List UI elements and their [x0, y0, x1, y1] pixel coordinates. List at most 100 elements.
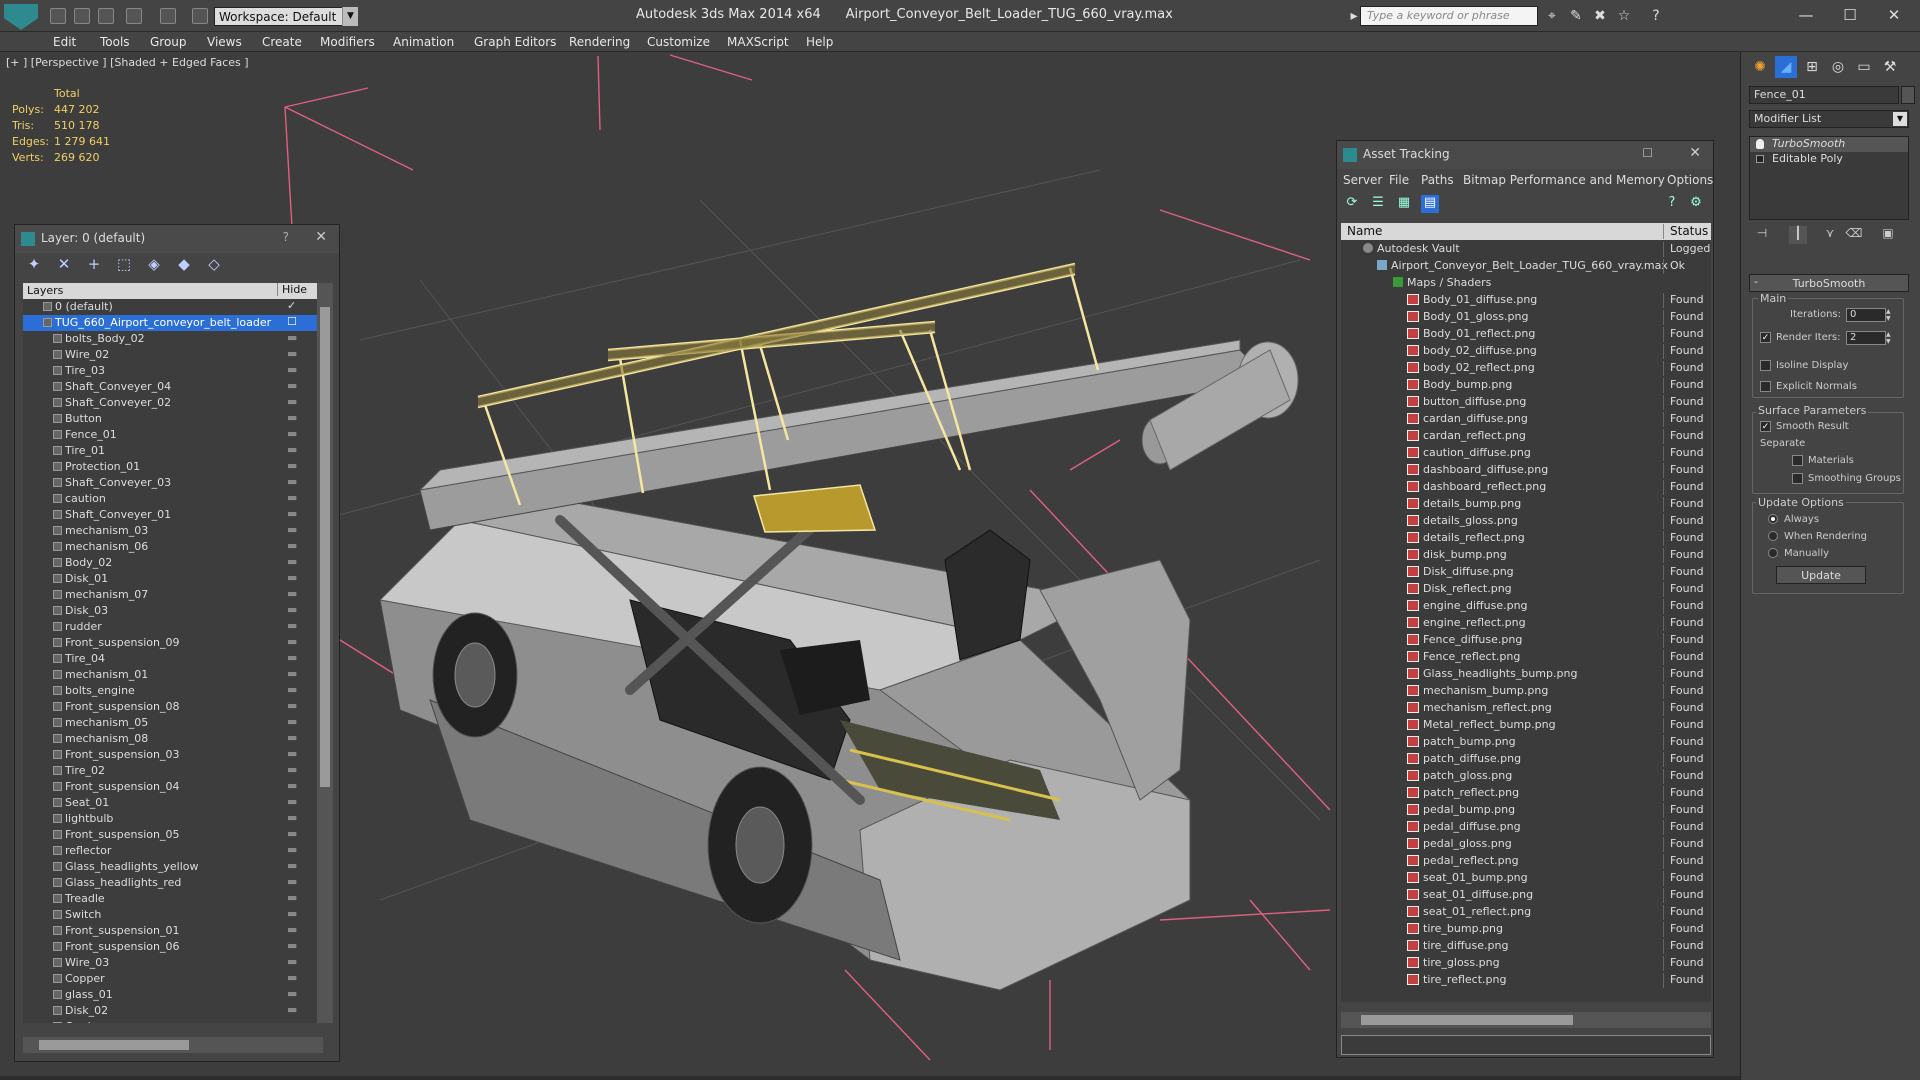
layer-object-row[interactable]: Button ▬ [23, 411, 317, 427]
workspace-dropdown[interactable]: Workspace: Default [214, 7, 358, 26]
app-logo-icon[interactable] [4, 4, 38, 30]
col-name[interactable]: Name [1347, 224, 1382, 238]
turbosmooth-rollout-header[interactable]: - TurboSmooth [1749, 274, 1909, 292]
asset-map-row[interactable]: details_bump.png Found [1341, 495, 1711, 512]
layer-object-row[interactable]: Front_suspension_08 ▬ [23, 699, 317, 715]
settings-icon[interactable]: ⚙ [1687, 195, 1705, 213]
chevron-down-icon[interactable]: ▼ [1893, 112, 1907, 126]
layer-object-row[interactable]: Copper ▬ [23, 971, 317, 987]
hide-toggle-icon[interactable]: ▬ [287, 379, 297, 392]
configure-sets-icon[interactable]: ▣ [1879, 226, 1897, 244]
layer-object-row[interactable]: Front_suspension_06 ▬ [23, 939, 317, 955]
layer-object-row[interactable]: Disk_02 ▬ [23, 1003, 317, 1019]
layer-object-row[interactable]: Front_suspension_09 ▬ [23, 635, 317, 651]
hide-toggle-icon[interactable]: ▬ [287, 443, 297, 456]
menu-modifiers[interactable]: Modifiers [320, 35, 375, 49]
menu-rendering[interactable]: Rendering [569, 35, 630, 49]
layer-object-row[interactable]: Shaft_Conveyer_04 ▬ [23, 379, 317, 395]
hide-toggle-icon[interactable]: ▬ [287, 459, 297, 472]
materials-checkbox[interactable] [1792, 455, 1803, 466]
layer-object-row[interactable]: mechanism_07 ▬ [23, 587, 317, 603]
hide-toggle-icon[interactable]: ▬ [287, 795, 297, 808]
asset-map-row[interactable]: Body_bump.png Found [1341, 376, 1711, 393]
hide-toggle-icon[interactable]: ▬ [287, 555, 297, 568]
layer-list-hscrollbar[interactable] [23, 1037, 323, 1053]
scrollbar-thumb[interactable] [320, 307, 330, 787]
asset-map-row[interactable]: disk_bump.png Found [1341, 546, 1711, 563]
layer-object-row[interactable]: Wire_02 ▬ [23, 347, 317, 363]
asset-map-row[interactable]: patch_bump.png Found [1341, 733, 1711, 750]
layer-object-row[interactable]: Treadle ▬ [23, 891, 317, 907]
layer-object-row[interactable]: Tire_02 ▬ [23, 763, 317, 779]
lightbulb-icon[interactable] [1756, 139, 1764, 149]
binoculars-icon[interactable]: ⌖ [1542, 8, 1562, 24]
asset-map-row[interactable]: dashboard_diffuse.png Found [1341, 461, 1711, 478]
hide-toggle-icon[interactable]: ▬ [287, 347, 297, 360]
smooth-result-checkbox[interactable]: ✓ [1760, 421, 1771, 432]
layer-object-row[interactable]: Disk_01 ▬ [23, 571, 317, 587]
iterations-spinner[interactable]: 0 [1846, 308, 1886, 322]
layer-object-row[interactable]: caution ▬ [23, 491, 317, 507]
hide-toggle-icon[interactable]: ▬ [287, 1019, 297, 1023]
asset-map-row[interactable]: cardan_reflect.png Found [1341, 427, 1711, 444]
layer-object-row[interactable]: Front_suspension_01 ▬ [23, 923, 317, 939]
hide-toggle-icon[interactable]: ▬ [287, 987, 297, 1000]
hide-toggle-icon[interactable]: ▬ [287, 491, 297, 504]
viewport-label[interactable]: [+ ] [Perspective ] [Shaded + Edged Face… [6, 56, 249, 69]
layer-object-row[interactable]: Shaft_Conveyer_03 ▬ [23, 475, 317, 491]
table-view-icon[interactable]: ▤ [1421, 195, 1439, 213]
create-layer-icon[interactable]: + [83, 255, 105, 275]
layer-object-row[interactable]: Glass_headlights_red ▬ [23, 875, 317, 891]
show-end-result-icon[interactable]: ┃ [1789, 226, 1807, 244]
stack-item-editable-poly[interactable]: Editable Poly [1750, 152, 1908, 167]
hide-toggle-icon[interactable]: ▬ [287, 395, 297, 408]
menu-group[interactable]: Group [150, 35, 187, 49]
hide-toggle-icon[interactable]: ▬ [287, 875, 297, 888]
layer-panel-titlebar[interactable]: Layer: 0 (default) ? ✕ [15, 225, 339, 253]
hide-toggle-icon[interactable]: ▬ [287, 619, 297, 632]
stack-item-turbosmooth[interactable]: TurboSmooth [1750, 137, 1908, 152]
hide-toggle-icon[interactable]: ▬ [287, 955, 297, 968]
asset-map-row[interactable]: Disk_diffuse.png Found [1341, 563, 1711, 580]
help-icon[interactable]: ? [1663, 195, 1681, 213]
maximize-button[interactable]: ☐ [1830, 4, 1870, 26]
hide-toggle-icon[interactable]: ▬ [287, 571, 297, 584]
layer-list-scrollbar[interactable] [317, 283, 333, 1023]
display-tab-icon[interactable]: ▭ [1853, 56, 1875, 78]
hide-toggle-icon[interactable]: ▬ [287, 363, 297, 376]
hide-toggle-icon[interactable]: ▬ [287, 731, 297, 744]
maximize-button[interactable]: ☐ [1642, 146, 1653, 160]
close-button[interactable]: ✕ [315, 229, 327, 245]
asset-map-row[interactable]: mechanism_reflect.png Found [1341, 699, 1711, 716]
asset-path-field[interactable] [1341, 1035, 1711, 1055]
menu-create[interactable]: Create [262, 35, 302, 49]
layer-object-row[interactable]: Wire_03 ▬ [23, 955, 317, 971]
asset-row-vault[interactable]: Autodesk Vault Logged [1341, 240, 1711, 257]
open-file-icon[interactable] [74, 8, 90, 24]
asset-map-row[interactable]: body_02_diffuse.png Found [1341, 342, 1711, 359]
layer-object-row[interactable]: mechanism_01 ▬ [23, 667, 317, 683]
layer-object-row[interactable]: Glass_headlights_yellow ▬ [23, 859, 317, 875]
isoline-display-checkbox[interactable] [1760, 360, 1771, 371]
asset-map-row[interactable]: mechanism_bump.png Found [1341, 682, 1711, 699]
asset-map-row[interactable]: engine_reflect.png Found [1341, 614, 1711, 631]
asset-map-row[interactable]: Body_01_gloss.png Found [1341, 308, 1711, 325]
modifier-list-dropdown[interactable]: Modifier List [1749, 110, 1909, 128]
asset-map-row[interactable]: details_gloss.png Found [1341, 512, 1711, 529]
minimize-button[interactable]: — [1786, 4, 1826, 26]
chevron-down-icon[interactable]: ▼ [342, 7, 358, 26]
layer-object-row[interactable]: Tire_04 ▬ [23, 651, 317, 667]
remove-modifier-icon[interactable]: ⌫ [1845, 226, 1863, 244]
layer-object-row[interactable]: mechanism_06 ▬ [23, 539, 317, 555]
asset-list[interactable]: Autodesk Vault Logged Airport_Conveyor_B… [1341, 240, 1711, 1002]
asset-map-row[interactable]: Fence_reflect.png Found [1341, 648, 1711, 665]
new-file-icon[interactable] [50, 8, 66, 24]
select-objects-icon[interactable]: ◈ [143, 255, 165, 275]
hide-toggle-icon[interactable]: ▬ [287, 651, 297, 664]
hierarchy-tab-icon[interactable]: ⊞ [1801, 56, 1823, 78]
communication-icon[interactable]: ✖ [1590, 8, 1610, 24]
hide-toggle-icon[interactable]: ☐ [287, 315, 297, 328]
asset-map-row[interactable]: Disk_reflect.png Found [1341, 580, 1711, 597]
menu-views[interactable]: Views [207, 35, 242, 49]
asset-map-row[interactable]: pedal_diffuse.png Found [1341, 818, 1711, 835]
